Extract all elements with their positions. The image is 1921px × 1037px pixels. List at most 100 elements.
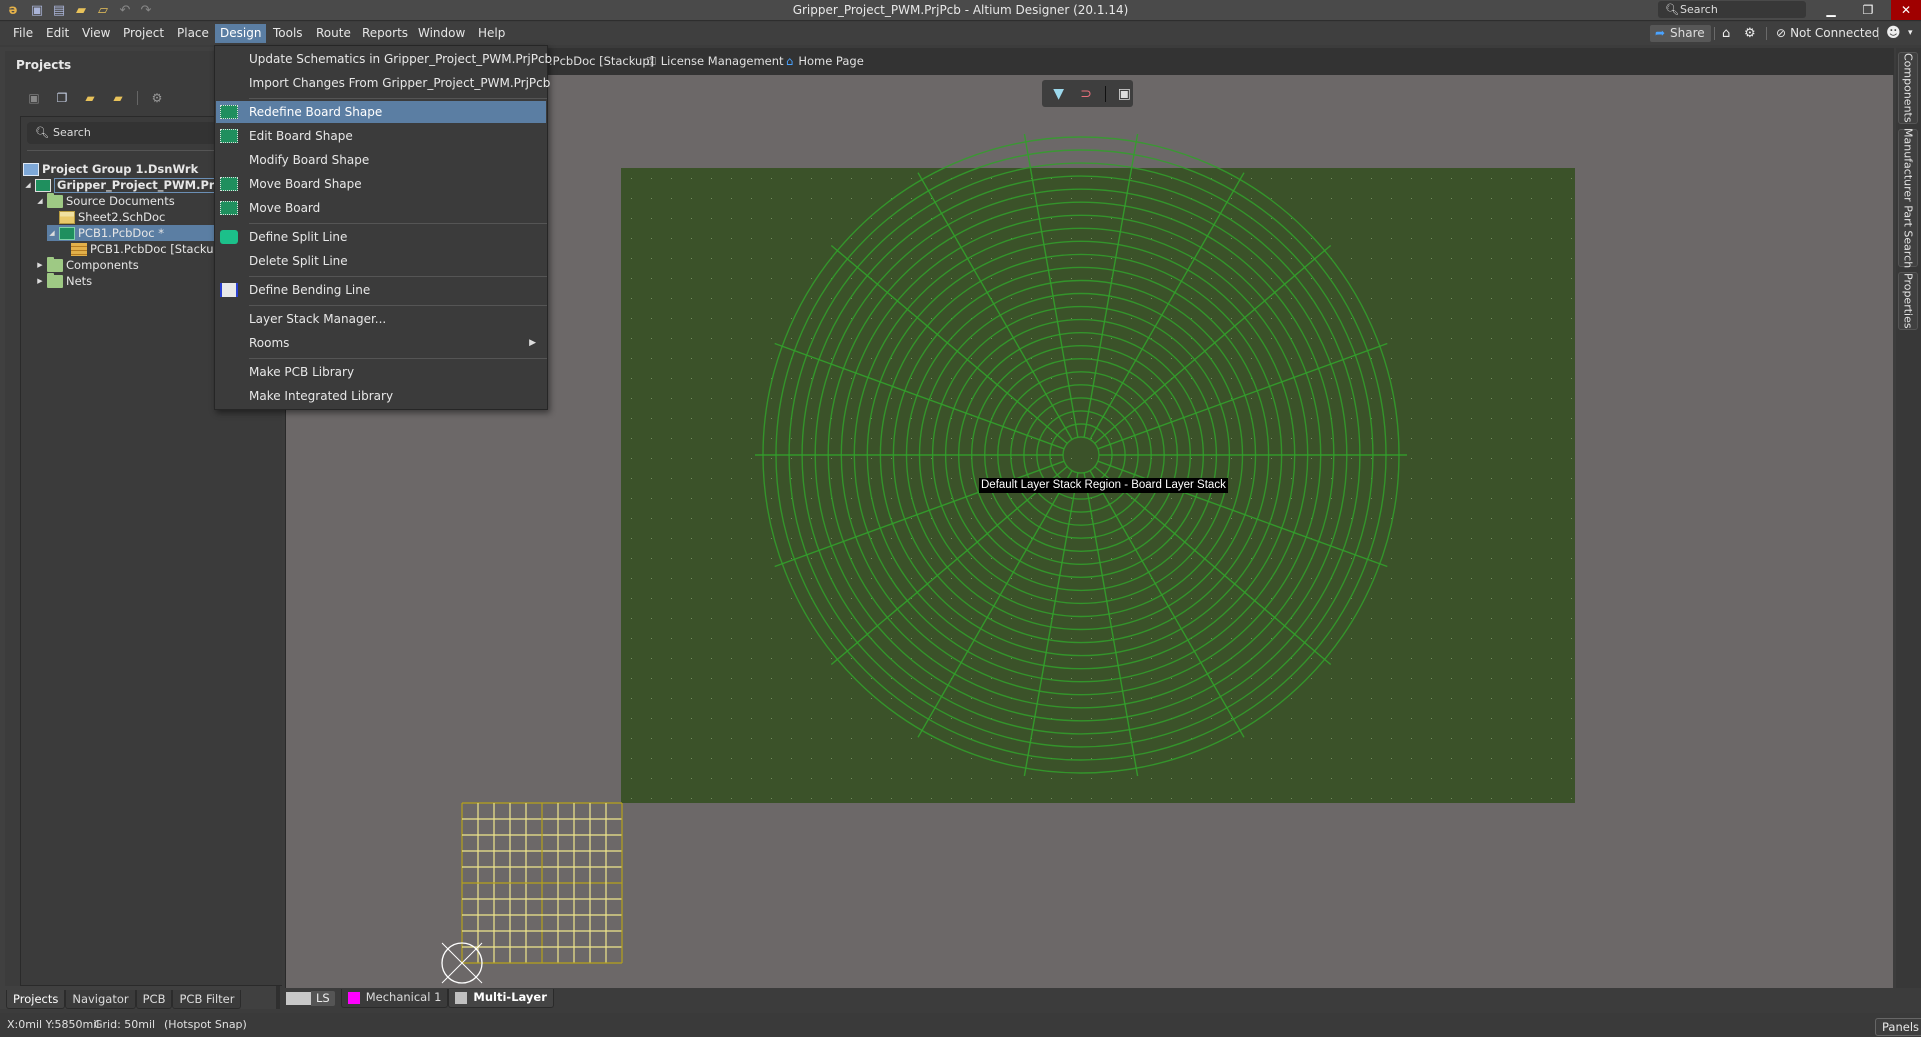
menu-route[interactable]: Route	[311, 24, 356, 43]
gear-icon[interactable]: ⚙	[148, 89, 166, 107]
close-button[interactable]: ✕	[1891, 0, 1921, 20]
tree-item[interactable]: ▶ Nets	[35, 272, 92, 289]
minimize-button[interactable]: ▁	[1816, 0, 1846, 20]
menu-place[interactable]: Place	[172, 24, 214, 43]
tab-label: .PcbDoc [Stackup]	[549, 54, 655, 68]
panel-tab-pcb[interactable]: PCB	[135, 990, 173, 1009]
menu-separator	[249, 358, 547, 359]
component-chip-icon[interactable]: ▣	[1116, 85, 1133, 103]
menu-item-make-pcb-library[interactable]: Make PCB Library	[216, 361, 546, 383]
connection-status[interactable]: ⊘ Not Connected	[1776, 25, 1880, 42]
menu-item-modify-board-shape[interactable]: Modify Board Shape	[216, 149, 546, 171]
menu-project[interactable]: Project	[118, 24, 169, 43]
open-folder-icon[interactable]: ▰	[81, 89, 99, 107]
panel-tab-projects[interactable]: Projects	[6, 990, 66, 1009]
key-icon: ⚿	[647, 54, 656, 68]
share-label: Share	[1670, 26, 1705, 40]
menu-item-label: Rooms	[249, 336, 290, 350]
panel-tab-navigator[interactable]: Navigator	[65, 990, 136, 1009]
menu-item-move-board[interactable]: Move Board	[216, 197, 546, 219]
menu-item-label: Make Integrated Library	[249, 389, 394, 403]
cursor-coordinates: X:0mil Y:5850mil	[7, 1018, 100, 1031]
menu-item-define-bending-line[interactable]: Define Bending Line	[216, 279, 546, 301]
define-bending-line-icon	[220, 283, 238, 297]
menu-tools[interactable]: Tools	[268, 24, 308, 43]
menu-item-move-board-shape[interactable]: Move Board Shape	[216, 173, 546, 195]
menu-design[interactable]: Design	[215, 24, 267, 43]
menu-edit[interactable]: Edit	[41, 24, 74, 43]
edit-board-shape-icon	[220, 129, 238, 143]
expand-collapse-icon[interactable]: ◢	[35, 193, 45, 209]
menu-window[interactable]: Window	[413, 24, 470, 43]
tree-item[interactable]: ◢ Gripper_Project_PWM.PrjPcb	[23, 177, 245, 193]
chevron-down-icon[interactable]: ▾	[1908, 25, 1913, 42]
panels-button[interactable]: Panels	[1875, 1018, 1921, 1036]
tree-item[interactable]: ▶ Components	[35, 256, 139, 273]
menu-help[interactable]: Help	[473, 24, 510, 43]
menu-label: Window	[418, 26, 466, 40]
expand-icon[interactable]: ▶	[35, 273, 45, 289]
layer-tab-mechanical-1[interactable]: Mechanical 1	[340, 988, 449, 1008]
tree-item-label: PCB1.PcbDoc [Stackup]	[90, 242, 226, 256]
right-panel-strip: Components Manufacturer Part Search Prop…	[1896, 48, 1921, 988]
layer-tab-label: Mechanical 1	[365, 990, 442, 1004]
menu-view[interactable]: View	[77, 24, 115, 43]
menu-file[interactable]: File	[8, 24, 38, 43]
menu-item-label: Delete Split Line	[249, 254, 348, 268]
home-icon[interactable]: ⌂	[1722, 25, 1730, 42]
user-account-icon[interactable]: ☻	[1886, 25, 1901, 42]
disconnected-icon: ⊘	[1776, 26, 1787, 40]
expand-collapse-icon[interactable]: ◢	[23, 177, 33, 193]
panel-tab-pcb-filter[interactable]: PCB Filter	[172, 990, 242, 1009]
snap-magnet-icon[interactable]: ⊃	[1077, 85, 1094, 103]
menu-item-redefine-board-shape[interactable]: Redefine Board Shape	[216, 101, 546, 123]
expand-icon[interactable]: ▶	[35, 257, 45, 273]
panel-tab-properties[interactable]: Properties	[1898, 272, 1918, 330]
menu-item-delete-split-line[interactable]: Delete Split Line	[216, 250, 546, 272]
menu-separator	[249, 223, 547, 224]
menu-label: Design	[220, 26, 262, 40]
search-placeholder: Search	[53, 126, 91, 139]
menu-item-import-changes-from-gripper-project-pwm-prjpcb[interactable]: Import Changes From Gripper_Project_PWM.…	[216, 72, 550, 94]
menu-item-make-integrated-library[interactable]: Make Integrated Library	[216, 385, 546, 407]
menu-bar: File Edit View Project Place Design Tools Route…	[0, 22, 1921, 45]
restore-button[interactable]: ❐	[1853, 0, 1883, 20]
panel-toolbar: ▣ ❐ ▰ ▰ ⚙	[25, 89, 166, 107]
search-icon: 🔍︎	[35, 126, 49, 139]
share-button[interactable]: ➦ Share	[1650, 25, 1711, 42]
define-split-line-icon	[220, 230, 238, 244]
tree-item[interactable]: Sheet2.SchDoc	[47, 209, 165, 225]
panel-tab-components[interactable]: Components	[1898, 52, 1918, 124]
tab-license-management[interactable]: ⚿ License Management	[647, 53, 784, 69]
menu-item-rooms[interactable]: Rooms ▶	[216, 332, 546, 354]
tree-item[interactable]: PCB1.PcbDoc [Stackup]	[59, 241, 225, 257]
menu-item-define-split-line[interactable]: Define Split Line	[216, 226, 546, 248]
project-group-icon	[23, 162, 39, 176]
layer-tab-multi-layer[interactable]: Multi-Layer	[448, 988, 554, 1008]
tree-item[interactable]: ◢ Source Documents	[35, 192, 175, 209]
snap-mode: (Hotspot Snap)	[164, 1018, 247, 1031]
panel-tab-manufacturer-part-search[interactable]: Manufacturer Part Search	[1898, 128, 1918, 268]
grid-size: Grid: 50mil	[94, 1018, 156, 1031]
menu-item-edit-board-shape[interactable]: Edit Board Shape	[216, 125, 546, 147]
menu-item-label: Update Schematics in Gripper_Project_PWM…	[249, 52, 553, 66]
folder-settings-icon[interactable]: ▰	[109, 89, 127, 107]
layer-tab-label: LS	[311, 990, 335, 1006]
tree-item-label: PCB1.PcbDoc *	[78, 226, 165, 240]
menu-item-update-schematics-in-gripper-project-pwm-prjpcb[interactable]: Update Schematics in Gripper_Project_PWM…	[216, 48, 552, 70]
menu-reports[interactable]: Reports	[357, 24, 413, 43]
tab-home-page[interactable]: ⌂ Home Page	[786, 53, 864, 69]
separator	[1878, 27, 1879, 40]
copy-docs-icon[interactable]: ❐	[53, 89, 71, 107]
menu-label: Place	[177, 26, 209, 40]
tab-stackup[interactable]: .PcbDoc [Stackup]	[549, 53, 654, 69]
tree-item[interactable]: Project Group 1.DsnWrk	[23, 161, 198, 177]
menu-item-layer-stack-manager[interactable]: Layer Stack Manager...	[216, 308, 546, 330]
gear-icon[interactable]: ⚙	[1744, 25, 1756, 42]
filter-icon[interactable]: ▼	[1050, 85, 1067, 103]
layer-tab-ls[interactable]: LS	[286, 989, 335, 1008]
global-search-input[interactable]: 🔍︎ Search	[1658, 1, 1806, 18]
save-icon[interactable]: ▣	[25, 89, 43, 107]
menu-item-label: Import Changes From Gripper_Project_PWM.…	[249, 76, 551, 90]
expand-collapse-icon[interactable]: ◢	[47, 225, 57, 241]
